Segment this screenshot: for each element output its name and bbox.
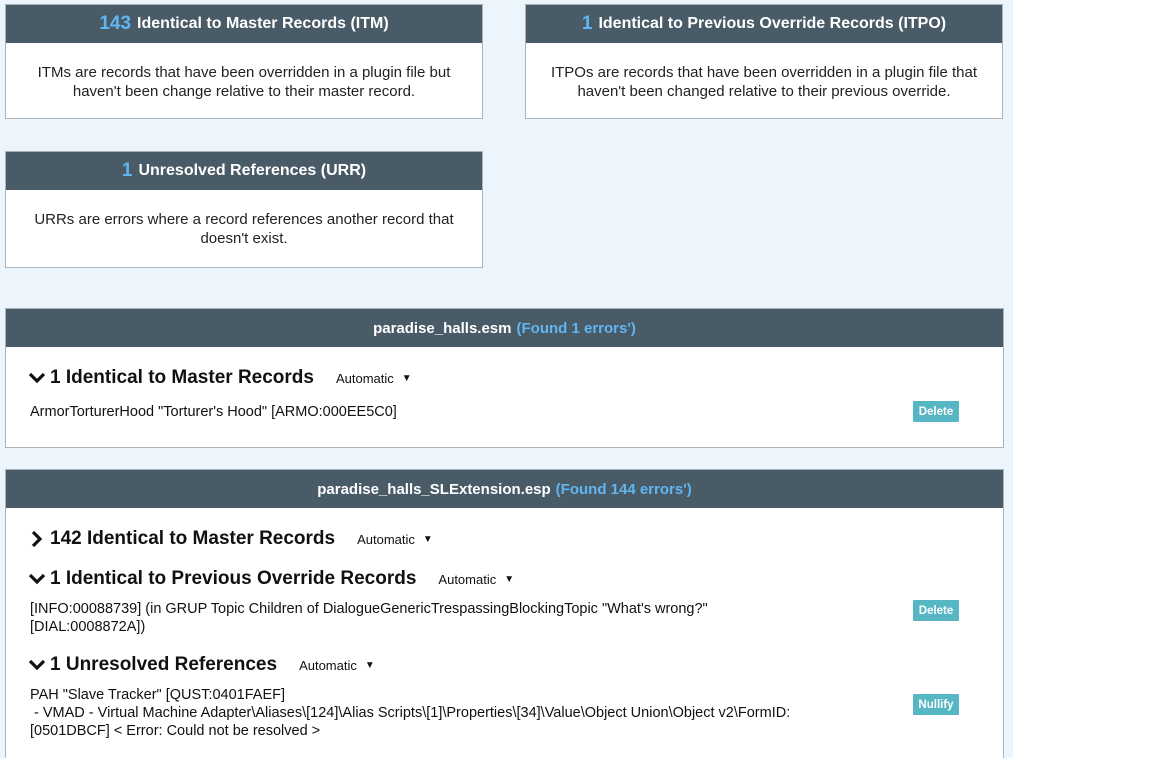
itm-title: Identical to Master Records (ITM)	[137, 15, 389, 32]
group-header-itm[interactable]: 1 Identical to Master Records Automatic …	[26, 367, 1003, 389]
record-row: PAH "Slave Tracker" [QUST:0401FAEF] - VM…	[30, 686, 1003, 740]
mode-value: Automatic	[357, 531, 415, 547]
group-header-itm[interactable]: 142 Identical to Master Records Automati…	[26, 528, 1003, 550]
mode-dropdown[interactable]: Automatic ▼	[438, 572, 514, 587]
mode-dropdown[interactable]: Automatic ▼	[336, 371, 412, 386]
record-text-line: [0501DBCF] < Error: Could not be resolve…	[30, 723, 321, 739]
mode-value: Automatic	[438, 571, 497, 587]
plugin-name: paradise_halls.esm	[373, 319, 512, 337]
urr-description: URRs are errors where a record reference…	[34, 211, 454, 247]
record-row: ArmorTorturerHood "Torturer's Hood" [ARM…	[30, 401, 1003, 423]
itm-description: ITMs are records that have been overridd…	[37, 64, 451, 100]
group-header-urr[interactable]: 1 Unresolved References Automatic ▼	[26, 654, 1003, 676]
mode-value: Automatic	[335, 370, 394, 386]
chevron-right-icon[interactable]	[26, 528, 48, 550]
group-title: 1 Unresolved References	[50, 654, 278, 675]
itm-summary-card: 143 Identical to Master Records (ITM) IT…	[5, 4, 483, 119]
record-row: [INFO:00088739] (in GRUP Topic Children …	[30, 600, 1003, 636]
record-text-line: [DIAL:0008872A])	[30, 619, 146, 635]
mode-dropdown[interactable]: Automatic ▼	[357, 532, 433, 547]
app-container: 143 Identical to Master Records (ITM) IT…	[0, 0, 1013, 758]
itpo-summary-card: 1 Identical to Previous Override Records…	[525, 4, 1003, 119]
chevron-down-icon[interactable]	[26, 568, 48, 590]
group-title: 1 Identical to Master Records	[50, 367, 314, 388]
record-text: ArmorTorturerHood "Torturer's Hood" [ARM…	[30, 404, 397, 420]
caret-down-icon: ▼	[504, 573, 515, 585]
itpo-summary-header: 1 Identical to Previous Override Records…	[526, 5, 1002, 43]
plugin-error-count: (Found 144 errors')	[555, 480, 692, 498]
itm-summary-header: 143 Identical to Master Records (ITM)	[6, 5, 482, 43]
group-header-itpo[interactable]: 1 Identical to Previous Override Records…	[26, 568, 1003, 590]
mode-dropdown[interactable]: Automatic ▼	[299, 658, 375, 673]
group-title: 1 Identical to Previous Override Records	[50, 568, 417, 589]
nullify-button[interactable]: Nullify	[913, 694, 959, 715]
plugin-name: paradise_halls_SLExtension.esp	[317, 480, 551, 498]
caret-down-icon: ▼	[364, 659, 375, 671]
plugin-panel-esp: paradise_halls_SLExtension.esp (Found 14…	[5, 469, 1004, 758]
plugin-header: paradise_halls_SLExtension.esp (Found 14…	[6, 470, 1003, 508]
plugin-error-count: (Found 1 errors')	[516, 319, 636, 337]
urr-count: 1	[121, 160, 133, 181]
record-text-line: - VMAD - Virtual Machine Adapter\Aliases…	[30, 705, 791, 721]
itpo-count: 1	[581, 13, 593, 34]
caret-down-icon: ▼	[401, 372, 412, 384]
group-title: 142 Identical to Master Records	[50, 528, 336, 549]
record-text-line: [INFO:00088739] (in GRUP Topic Children …	[30, 601, 708, 617]
itm-count: 143	[99, 13, 132, 34]
chevron-down-icon[interactable]	[26, 367, 48, 389]
chevron-down-icon[interactable]	[26, 654, 48, 676]
caret-down-icon: ▼	[422, 533, 433, 545]
urr-summary-header: 1 Unresolved References (URR)	[6, 152, 482, 190]
plugin-header: paradise_halls.esm (Found 1 errors')	[6, 309, 1003, 347]
mode-value: Automatic	[299, 657, 357, 673]
plugin-panel-esm: paradise_halls.esm (Found 1 errors') 1 I…	[5, 308, 1004, 448]
record-text-line: PAH "Slave Tracker" [QUST:0401FAEF]	[30, 687, 286, 703]
itpo-title: Identical to Previous Override Records (…	[598, 15, 947, 32]
urr-summary-card: 1 Unresolved References (URR) URRs are e…	[5, 151, 483, 268]
delete-button[interactable]: Delete	[913, 600, 959, 621]
delete-button[interactable]: Delete	[913, 401, 959, 422]
itpo-description: ITPOs are records that have been overrid…	[550, 64, 978, 100]
urr-title: Unresolved References (URR)	[138, 162, 367, 179]
